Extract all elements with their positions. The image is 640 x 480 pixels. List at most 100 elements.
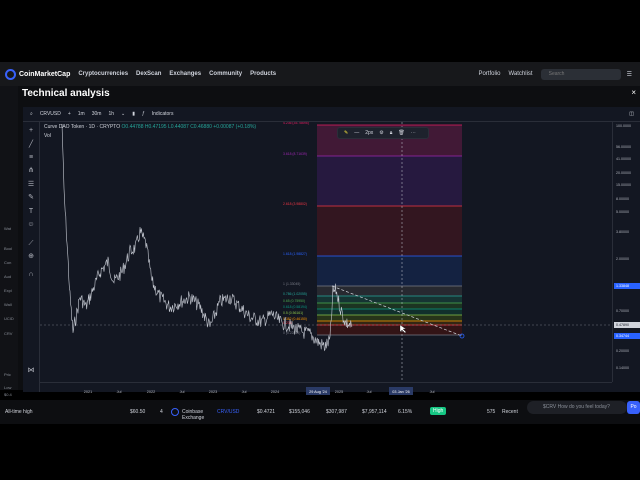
line-width-select[interactable]: 2px — [365, 130, 373, 136]
watchlist-link[interactable]: Watchlist — [508, 71, 532, 77]
bar-style-icon[interactable]: ▮ — [132, 111, 135, 117]
pitchfork-icon[interactable]: ⋔ — [27, 167, 35, 175]
pair-cell[interactable]: CRV/USD — [217, 409, 239, 415]
price-scale-label: 2.00000 — [616, 257, 629, 261]
fib-band — [317, 321, 462, 325]
line-color-icon[interactable]: ― — [354, 130, 359, 136]
portfolio-link[interactable]: Portfolio — [478, 71, 500, 77]
time-axis[interactable]: 2021 Jul 2022 Jul 2023 Jul 2024 29 Aug '24 2025 J… — [40, 382, 612, 395]
bg-label: CRV — [4, 331, 13, 336]
interval-30m[interactable]: 30m — [92, 111, 102, 117]
bg-label: Wat — [4, 226, 11, 231]
bg-label: $0.4 — [4, 392, 12, 397]
depth-plus-cell: $155,046 — [289, 409, 310, 415]
emoji-icon[interactable]: ☺ — [27, 221, 35, 229]
time-axis-label: 03 Jan '26 — [392, 390, 409, 394]
magnet-icon[interactable]: ∩ — [27, 271, 35, 279]
time-axis-label: 2023 — [209, 390, 217, 394]
site-logo[interactable]: CoinMarketCap — [5, 68, 70, 80]
volume-cell: $7,957,114 — [362, 409, 387, 415]
nav-cryptocurrencies[interactable]: Cryptocurrencies — [78, 71, 128, 77]
price-scale-label: 15.00000 — [616, 183, 631, 187]
fib-level-label: 3.618 (8.71639) — [283, 152, 307, 156]
score-cell: 575 — [487, 409, 496, 415]
bg-label: UCID — [4, 316, 14, 321]
drawing-settings-toolbar: ✎ ― 2px ⚙ 🔒︎ 🗑︎ ⋯ — [337, 127, 429, 139]
camera-icon[interactable]: ◫ — [629, 111, 634, 117]
ath-value: $60.50 — [130, 409, 146, 415]
letterbox-top — [0, 0, 640, 62]
bg-label: Expl — [4, 288, 12, 293]
price-scale-label: 0.14000 — [616, 366, 629, 370]
site-header: CoinMarketCap Cryptocurrencies DexScan E… — [0, 62, 640, 86]
volume-pct-cell: 6.15% — [398, 409, 413, 415]
nav-exchanges[interactable]: Exchanges — [169, 71, 201, 77]
search-icon[interactable]: ⌕ — [30, 111, 33, 117]
crosshair-icon[interactable]: + — [27, 127, 35, 135]
bg-label: Aud — [4, 274, 12, 279]
legend-ohlc: O0.44788 H0.47195 L0.44087 C0.46880 +0.0… — [121, 124, 257, 130]
zoom-icon[interactable]: ⊕ — [27, 253, 35, 261]
compare-add-button[interactable]: + — [68, 111, 71, 117]
fib-band — [317, 256, 462, 286]
price-scale[interactable]: 100.0000 56.00000 41.00000 20.00000 15.00000… — [612, 122, 640, 382]
search-input[interactable]: Search — [540, 68, 621, 80]
bg-label: Bool — [4, 246, 13, 251]
nav-products[interactable]: Products — [250, 71, 276, 77]
indicators-icon[interactable]: ƒ — [142, 111, 145, 117]
trash-icon[interactable]: 🗑︎ — [398, 130, 404, 136]
exchange-cell[interactable]: Coinbase Exchange — [182, 409, 212, 421]
price-scale-label: 0.47890 — [616, 323, 629, 327]
trend-line-icon[interactable]: ╱ — [27, 141, 35, 149]
chart-toolbar: ⌕ CRVUSD + 1m 30m 1h ⌄ ▮ ƒ Indicators ◫ — [23, 107, 640, 122]
brush-icon[interactable]: ✎ — [27, 194, 35, 202]
close-icon[interactable]: × — [631, 88, 636, 97]
settings-icon[interactable]: ⚙ — [379, 130, 383, 136]
price-scale-label: 20.00000 — [616, 171, 631, 175]
post-button[interactable]: Po — [627, 401, 640, 414]
bg-label: Con — [4, 260, 12, 265]
menu-icon[interactable]: ☰ — [627, 71, 632, 78]
fib-band — [317, 315, 462, 321]
community-chat-input[interactable]: $CRV How do you feel today? — [527, 401, 627, 414]
depth-minus-cell: $307,987 — [326, 409, 347, 415]
chevron-down-icon[interactable]: ⌄ — [121, 111, 125, 117]
time-axis-label: 29 Aug '24 — [309, 390, 327, 394]
pencil-icon[interactable]: ✎ — [344, 130, 348, 136]
fib-band — [317, 206, 462, 256]
interval-1h[interactable]: 1h — [108, 111, 114, 117]
fib-level-label: 2.618 (3.98802) — [283, 202, 307, 206]
horizontal-lines-icon[interactable]: ≡ — [27, 154, 35, 162]
symbol-search[interactable]: CRVUSD — [40, 111, 61, 117]
background-page-strip: Wat Bool Con Aud Expl Wall UCID CRV Pric… — [0, 86, 18, 397]
time-axis-label: 2021 — [84, 390, 92, 394]
interval-1m[interactable]: 1m — [78, 111, 85, 117]
bg-label: Pric — [4, 372, 11, 377]
price-scale-label: 8.00000 — [616, 197, 629, 201]
time-axis-label: Jul — [430, 390, 435, 394]
letterbox-bottom — [0, 424, 640, 480]
price-chart[interactable]: 4.236 (35.78695) 3.618 (8.71639) 2.618 (3.… — [40, 122, 612, 382]
updated-cell: Recent — [502, 409, 518, 415]
bg-label: Low — [4, 385, 12, 390]
fib-level-label: 1 (1.33045) — [283, 282, 300, 286]
liquidity-badge: High — [430, 407, 447, 415]
legend-volume: Vol — [44, 133, 51, 139]
fib-level-label: 0 (0.22813) — [283, 331, 300, 335]
time-axis-label: 2024 — [271, 390, 279, 394]
indicators-button[interactable]: Indicators — [152, 111, 174, 117]
fib-retracement-icon[interactable]: ☰ — [27, 181, 35, 189]
tradingview-logo: ⋈ — [27, 367, 35, 374]
nav-dexscan[interactable]: DexScan — [136, 71, 161, 77]
rank-cell: 4 — [160, 409, 163, 415]
time-axis-label: 2022 — [147, 390, 155, 394]
text-tool-icon[interactable]: T — [27, 208, 35, 216]
chart-legend: Curve DAO Token · 1D · CRYPTO O0.44788 H… — [44, 124, 256, 130]
lock-icon[interactable]: 🔒︎ — [390, 130, 393, 136]
price-scale-label: 41.00000 — [616, 157, 631, 161]
ath-label: All-time high — [5, 409, 33, 415]
nav-community[interactable]: Community — [209, 71, 242, 77]
ruler-icon[interactable]: ⟋ — [27, 240, 35, 248]
more-icon[interactable]: ⋯ — [411, 130, 416, 136]
fib-level-label: 4.236 (35.78695) — [283, 122, 309, 125]
